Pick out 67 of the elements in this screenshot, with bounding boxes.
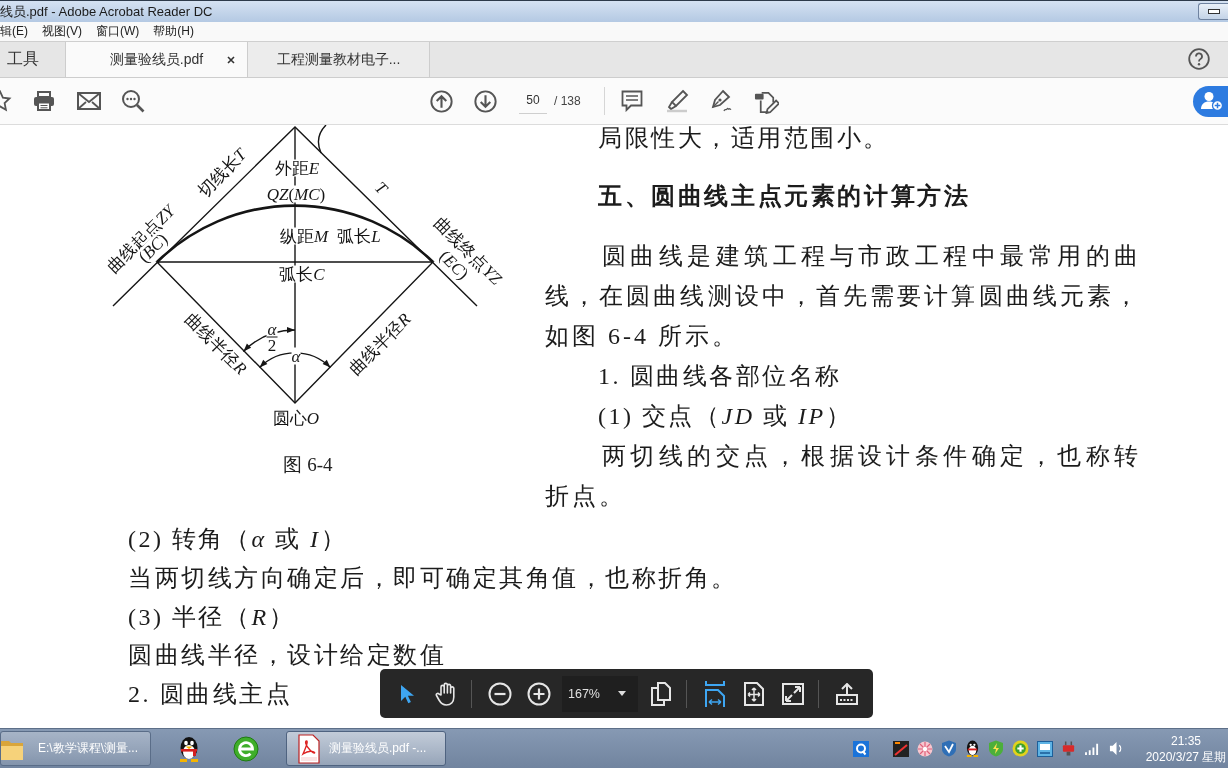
speaker-icon[interactable]: [1109, 741, 1124, 756]
plus-circle-icon[interactable]: [1012, 740, 1029, 757]
fit-page-icon[interactable]: [743, 681, 764, 706]
diagram-label: QZ(MC): [266, 185, 326, 203]
upload-icon[interactable]: [834, 682, 859, 705]
slash-square-icon[interactable]: [893, 740, 909, 757]
text-line: (1) 交点（JD 或 IP）: [598, 402, 853, 431]
clock-date[interactable]: 2020/3/27 星期: [1145, 748, 1227, 765]
envelope-icon[interactable]: [77, 92, 101, 110]
star-icon[interactable]: [0, 90, 12, 112]
menu-item[interactable]: 帮助(H): [153, 23, 194, 40]
menu-item[interactable]: 视图(V): [42, 23, 82, 40]
shield-icon[interactable]: [941, 740, 957, 757]
page-count: / 138: [554, 94, 581, 108]
caret-icon: [618, 691, 626, 696]
add-person-icon: [1201, 91, 1223, 111]
q-icon[interactable]: [853, 740, 869, 757]
printer-icon[interactable]: [33, 91, 55, 111]
fullscreen-icon[interactable]: [781, 682, 804, 705]
paragraph: 圆曲线是建筑工程与市政工程中最常用的曲线，在圆曲线测设中，首先需要计算圆曲线元素，如图 6-4 所示。: [545, 242, 1141, 351]
help-icon[interactable]: [1188, 48, 1210, 70]
minimize-icon: [1207, 9, 1220, 14]
zoom-dropdown[interactable]: 167%: [562, 675, 638, 712]
hand-icon[interactable]: [434, 681, 457, 706]
menu-item[interactable]: 窗口(W): [96, 23, 140, 40]
comment-icon[interactable]: [620, 90, 643, 112]
signal-icon[interactable]: [1084, 742, 1101, 755]
tab[interactable]: 测量验线员.pdf: [66, 42, 248, 77]
text-line: (2) 转角（α 或 I）: [128, 525, 348, 553]
menu-item[interactable]: 辑(E): [0, 23, 28, 40]
tab[interactable]: 工程测量教材电子...: [248, 42, 430, 77]
search-icon[interactable]: [121, 89, 145, 113]
fit-width-icon[interactable]: [703, 680, 726, 707]
diagram-label: 圆心O: [272, 409, 320, 427]
flower-icon[interactable]: [917, 740, 933, 757]
penguin-icon[interactable]: [965, 740, 980, 757]
cursor-icon[interactable]: [399, 683, 414, 704]
zoom-out-icon[interactable]: [487, 681, 512, 706]
text-line: 2. 圆曲线主点: [128, 680, 292, 709]
text-line: 局限性大，适用范围小。: [598, 125, 890, 151]
close-icon[interactable]: [227, 56, 235, 64]
e-circle-icon[interactable]: [233, 735, 259, 762]
figure-caption: 图 6-4: [283, 453, 333, 477]
pages-icon[interactable]: [650, 681, 671, 706]
text-line: 1. 圆曲线各部位名称: [598, 362, 842, 391]
text-line: (3) 半径（R）: [128, 602, 296, 631]
diagram-label: 弧长C: [279, 265, 325, 283]
highlighter-icon[interactable]: [664, 89, 689, 113]
window-title: 线员.pdf - Adobe Acrobat Reader DC: [0, 2, 213, 21]
penguin-icon[interactable]: [178, 735, 200, 762]
diagram-label: α: [291, 347, 301, 365]
shield-bolt-icon[interactable]: [988, 740, 1004, 757]
text-line: 当两切线方向确定后，即可确定其角值，也称折角。: [128, 563, 738, 592]
diagram-label: 外距E: [274, 159, 320, 177]
section-heading: 五、圆曲线主点元素的计算方法: [598, 182, 971, 211]
page-number-field[interactable]: 50: [519, 88, 547, 114]
text-line: 圆曲线半径，设计给定数值: [128, 641, 446, 670]
diagram-label: 纵距M: [279, 227, 329, 245]
zoom-in-icon[interactable]: [526, 681, 551, 706]
minimize-button[interactable]: [1198, 3, 1228, 20]
diagram-label: 弧长L: [337, 227, 381, 245]
share-button[interactable]: [1193, 85, 1228, 117]
diagram-label: 曲线半径 R: [182, 310, 250, 378]
pdf-file-icon: [297, 733, 321, 764]
paragraph: 两切线的交点，根据设计条件确定，也称转折点。: [545, 442, 1141, 511]
window-box-icon[interactable]: [1037, 740, 1053, 757]
diagram-label: 曲线半径 R: [346, 310, 414, 378]
